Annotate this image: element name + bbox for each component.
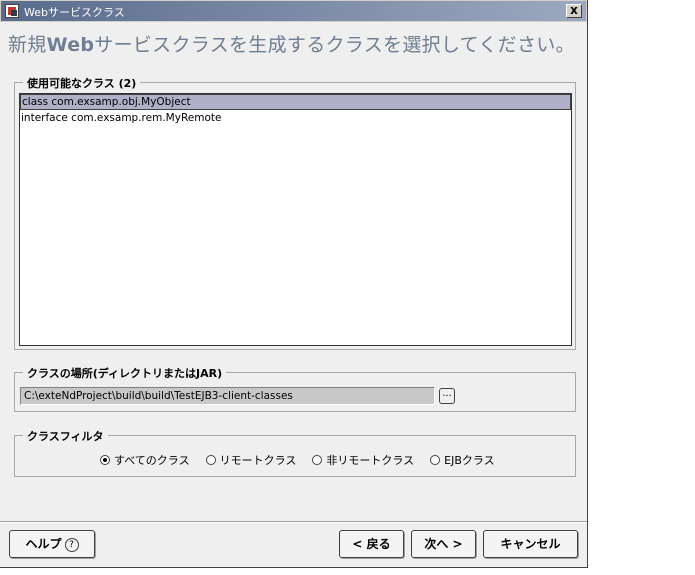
page-heading: 新規Webサービスクラスを生成するクラスを選択してください。 xyxy=(8,30,575,57)
list-item[interactable]: interface com.exsamp.rem.MyRemote xyxy=(20,110,571,126)
help-icon: ? xyxy=(64,537,79,552)
window-title: Webサービスクラス xyxy=(24,6,125,19)
cancel-button[interactable]: キャンセル xyxy=(483,530,578,558)
footer-separator xyxy=(0,521,587,523)
browse-button[interactable]: ... xyxy=(439,388,455,404)
heading-suffix: サービスクラスを生成するクラスを選択してください。 xyxy=(94,34,575,56)
available-classes-legend: 使用可能なクラス (2) xyxy=(23,75,141,91)
list-item[interactable]: class com.exsamp.obj.MyObject xyxy=(20,94,571,110)
filter-all-radio[interactable]: すべてのクラス xyxy=(100,452,190,468)
class-list[interactable]: class com.exsamp.obj.MyObject interface … xyxy=(19,93,572,346)
help-button-label: ヘルプ xyxy=(25,537,62,551)
radio-checked-icon[interactable] xyxy=(100,455,110,465)
radio-unchecked-icon[interactable] xyxy=(430,455,441,465)
filter-all-label: すべてのクラス xyxy=(114,454,190,467)
class-filter-options: すべてのクラス リモートクラス 非リモートクラス EJBクラス xyxy=(100,452,495,468)
radio-unchecked-icon[interactable] xyxy=(312,455,323,465)
help-button[interactable]: ヘルプ? xyxy=(9,530,95,558)
filter-nonremote-label: 非リモートクラス xyxy=(326,454,415,467)
app-icon xyxy=(5,4,19,18)
class-filter-legend: クラスフィルタ xyxy=(23,428,108,444)
heading-bold: Web xyxy=(46,34,95,56)
filter-remote-radio[interactable]: リモートクラス xyxy=(205,452,297,468)
filter-nonremote-radio[interactable]: 非リモートクラス xyxy=(312,452,414,468)
filter-remote-label: リモートクラス xyxy=(219,454,297,467)
radio-unchecked-icon[interactable] xyxy=(205,455,216,465)
class-location-input[interactable]: C:\exteNdProject\build\build\TestEJB3-cl… xyxy=(20,387,435,405)
title-bar[interactable]: Webサービスクラス x xyxy=(0,0,587,22)
filter-ejb-radio[interactable]: EJBクラス xyxy=(430,452,495,468)
close-button[interactable]: x xyxy=(566,4,582,18)
dialog-window: Webサービスクラス x 新規Webサービスクラスを生成するクラスを選択してくだ… xyxy=(0,0,588,568)
next-button[interactable]: 次へ > xyxy=(411,530,476,558)
heading-prefix: 新規 xyxy=(8,34,47,56)
filter-ejb-label: EJBクラス xyxy=(444,454,495,467)
class-location-legend: クラスの場所(ディレクトリまたはJAR) xyxy=(23,365,227,381)
back-button[interactable]: < 戻る xyxy=(339,530,404,558)
